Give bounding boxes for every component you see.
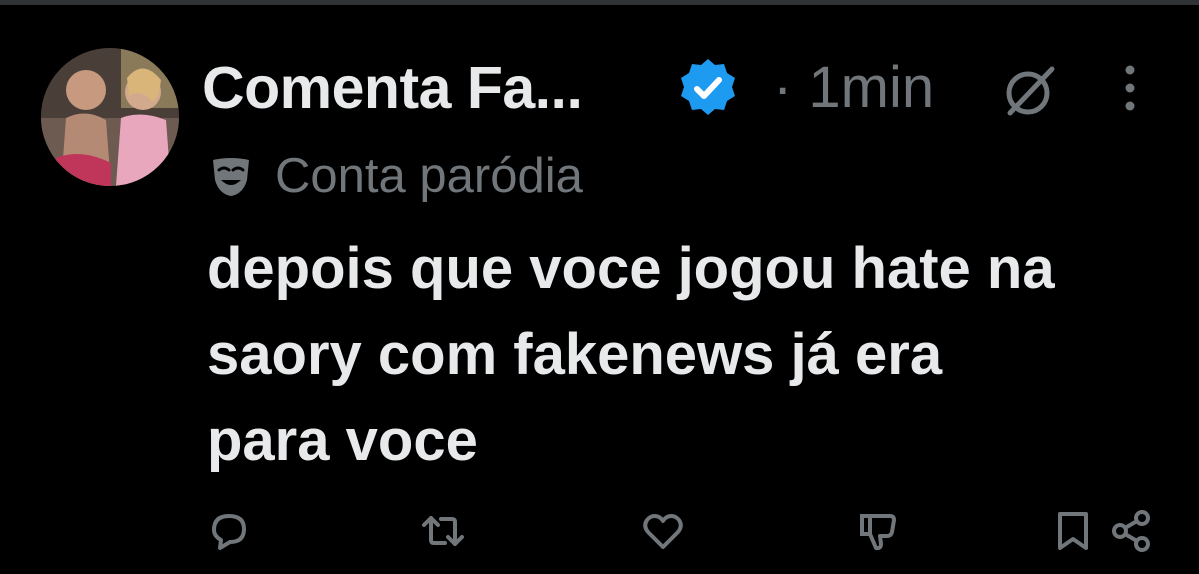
action-bar: [0, 500, 1199, 560]
repost-icon[interactable]: [420, 508, 466, 554]
avatar-image: [41, 48, 179, 186]
author-name[interactable]: Comenta Fa...: [202, 54, 583, 122]
verified-badge-icon[interactable]: [676, 56, 740, 120]
reply-icon[interactable]: [206, 508, 252, 554]
top-divider: [0, 0, 1199, 5]
post-time[interactable]: · 1min: [773, 54, 934, 121]
parody-label: Conta paródia: [209, 146, 583, 206]
grok-icon[interactable]: [1002, 63, 1058, 119]
downvote-icon[interactable]: [856, 508, 902, 554]
share-icon[interactable]: [1108, 508, 1154, 554]
like-icon[interactable]: [640, 508, 686, 554]
avatar[interactable]: [41, 48, 179, 186]
parody-label-text: Conta paródia: [275, 149, 583, 203]
bookmark-icon[interactable]: [1050, 508, 1096, 554]
theater-mask-icon: [213, 158, 249, 196]
post-text: depois que voce jogou hate na saory com …: [207, 236, 1055, 473]
more-options-icon[interactable]: [1114, 62, 1146, 114]
